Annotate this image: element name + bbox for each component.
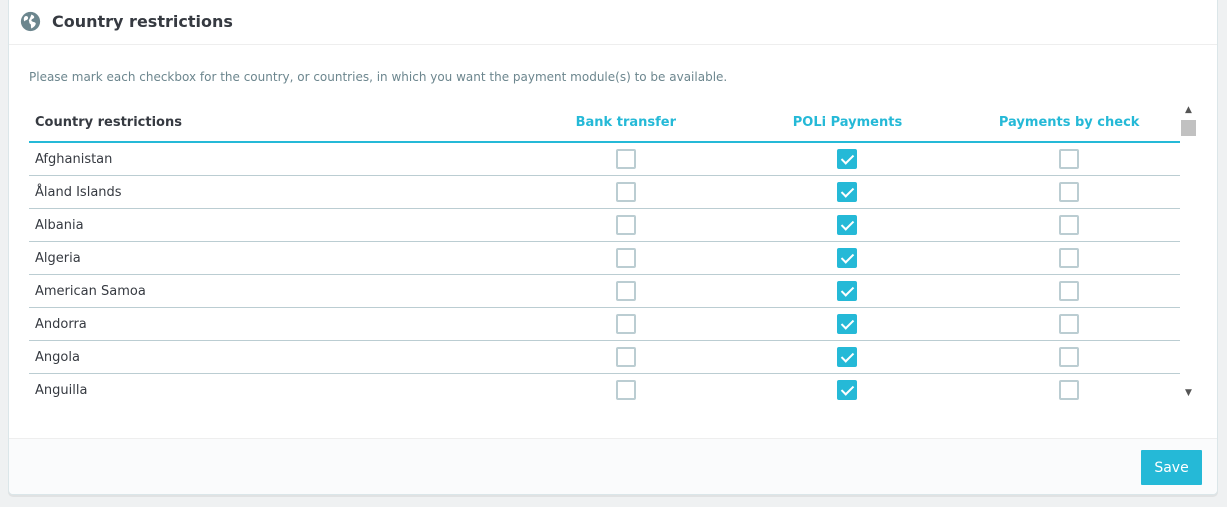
table-body: Afghanistan Åland Islands Albania Algeria Am… <box>29 142 1180 401</box>
country-name: Afghanistan <box>29 142 515 176</box>
table-header-row: Country restrictions Bank transfer POLi … <box>29 103 1180 143</box>
checkbox-cell <box>515 340 737 374</box>
checkbox-cell <box>958 142 1180 176</box>
column-header-poli-payments: POLi Payments <box>736 103 959 143</box>
scroll-down-arrow-icon[interactable]: ▼ <box>1181 386 1196 401</box>
bank-transfer-checkbox[interactable] <box>615 281 636 301</box>
bank-transfer-checkbox[interactable] <box>615 182 636 202</box>
bank-transfer-checkbox[interactable] <box>615 314 636 334</box>
checkbox-cell <box>515 373 737 401</box>
checkbox-cell <box>515 241 737 275</box>
table-row: Anguilla <box>29 373 1180 401</box>
table-row: American Samoa <box>29 274 1180 308</box>
checkbox-cell <box>958 208 1180 242</box>
table-row: Afghanistan <box>29 142 1180 176</box>
poli-payments-checkbox[interactable] <box>837 347 858 367</box>
scroll-thumb[interactable] <box>1181 120 1196 136</box>
bank-transfer-checkbox[interactable] <box>615 215 636 235</box>
checkbox-cell <box>736 208 959 242</box>
country-restrictions-panel: Country restrictions Please mark each ch… <box>8 0 1218 495</box>
checkbox-cell <box>958 340 1180 374</box>
checkbox-cell <box>736 175 959 209</box>
table-row: Algeria <box>29 241 1180 275</box>
country-name: Algeria <box>29 241 515 275</box>
poli-payments-checkbox[interactable] <box>837 281 858 301</box>
payments-by-check-checkbox[interactable] <box>1059 215 1080 235</box>
checkbox-cell <box>736 340 959 374</box>
checkbox-cell <box>958 241 1180 275</box>
checkbox-cell <box>515 142 737 176</box>
table-row: Åland Islands <box>29 175 1180 209</box>
country-table-container: Country restrictions Bank transfer POLi … <box>29 103 1180 401</box>
table-row: Angola <box>29 340 1180 374</box>
payments-by-check-checkbox[interactable] <box>1059 149 1080 169</box>
checkbox-cell <box>736 274 959 308</box>
country-name: Åland Islands <box>29 175 515 209</box>
checkbox-cell <box>736 241 959 275</box>
table-scrollbar[interactable]: ▲ ▼ <box>1181 103 1196 401</box>
checkbox-cell <box>515 274 737 308</box>
country-name: Andorra <box>29 307 515 341</box>
bank-transfer-checkbox[interactable] <box>615 149 636 169</box>
bank-transfer-checkbox[interactable] <box>615 248 636 268</box>
payments-by-check-checkbox[interactable] <box>1059 248 1080 268</box>
poli-payments-checkbox[interactable] <box>837 380 858 400</box>
save-button[interactable]: Save <box>1141 450 1202 485</box>
country-name: American Samoa <box>29 274 515 308</box>
checkbox-cell <box>958 274 1180 308</box>
panel-footer: Save <box>9 438 1217 494</box>
checkbox-cell <box>515 175 737 209</box>
checkbox-cell <box>958 373 1180 401</box>
table-row: Andorra <box>29 307 1180 341</box>
poli-payments-checkbox[interactable] <box>837 215 858 235</box>
country-name: Albania <box>29 208 515 242</box>
column-header-bank-transfer: Bank transfer <box>515 103 737 143</box>
column-header-payments-by-check: Payments by check <box>958 103 1180 143</box>
bank-transfer-checkbox[interactable] <box>615 347 636 367</box>
checkbox-cell <box>736 373 959 401</box>
poli-payments-checkbox[interactable] <box>837 248 858 268</box>
country-restrictions-table: Country restrictions Bank transfer POLi … <box>29 103 1180 401</box>
panel-heading: Country restrictions <box>9 0 1217 45</box>
payments-by-check-checkbox[interactable] <box>1059 182 1080 202</box>
poli-payments-checkbox[interactable] <box>837 149 858 169</box>
checkbox-cell <box>736 307 959 341</box>
checkbox-cell <box>958 307 1180 341</box>
column-header-country: Country restrictions <box>29 103 515 143</box>
panel-title: Country restrictions <box>52 12 233 31</box>
payments-by-check-checkbox[interactable] <box>1059 281 1080 301</box>
checkbox-cell <box>736 142 959 176</box>
help-text: Please mark each checkbox for the countr… <box>29 70 728 84</box>
checkbox-cell <box>515 208 737 242</box>
payments-by-check-checkbox[interactable] <box>1059 347 1080 367</box>
globe-icon <box>20 11 41 32</box>
poli-payments-checkbox[interactable] <box>837 182 858 202</box>
checkbox-cell <box>515 307 737 341</box>
bank-transfer-checkbox[interactable] <box>615 380 636 400</box>
checkbox-cell <box>958 175 1180 209</box>
payments-by-check-checkbox[interactable] <box>1059 314 1080 334</box>
scroll-up-arrow-icon[interactable]: ▲ <box>1181 103 1196 118</box>
payments-by-check-checkbox[interactable] <box>1059 380 1080 400</box>
poli-payments-checkbox[interactable] <box>837 314 858 334</box>
country-name: Anguilla <box>29 373 515 401</box>
country-name: Angola <box>29 340 515 374</box>
table-row: Albania <box>29 208 1180 242</box>
